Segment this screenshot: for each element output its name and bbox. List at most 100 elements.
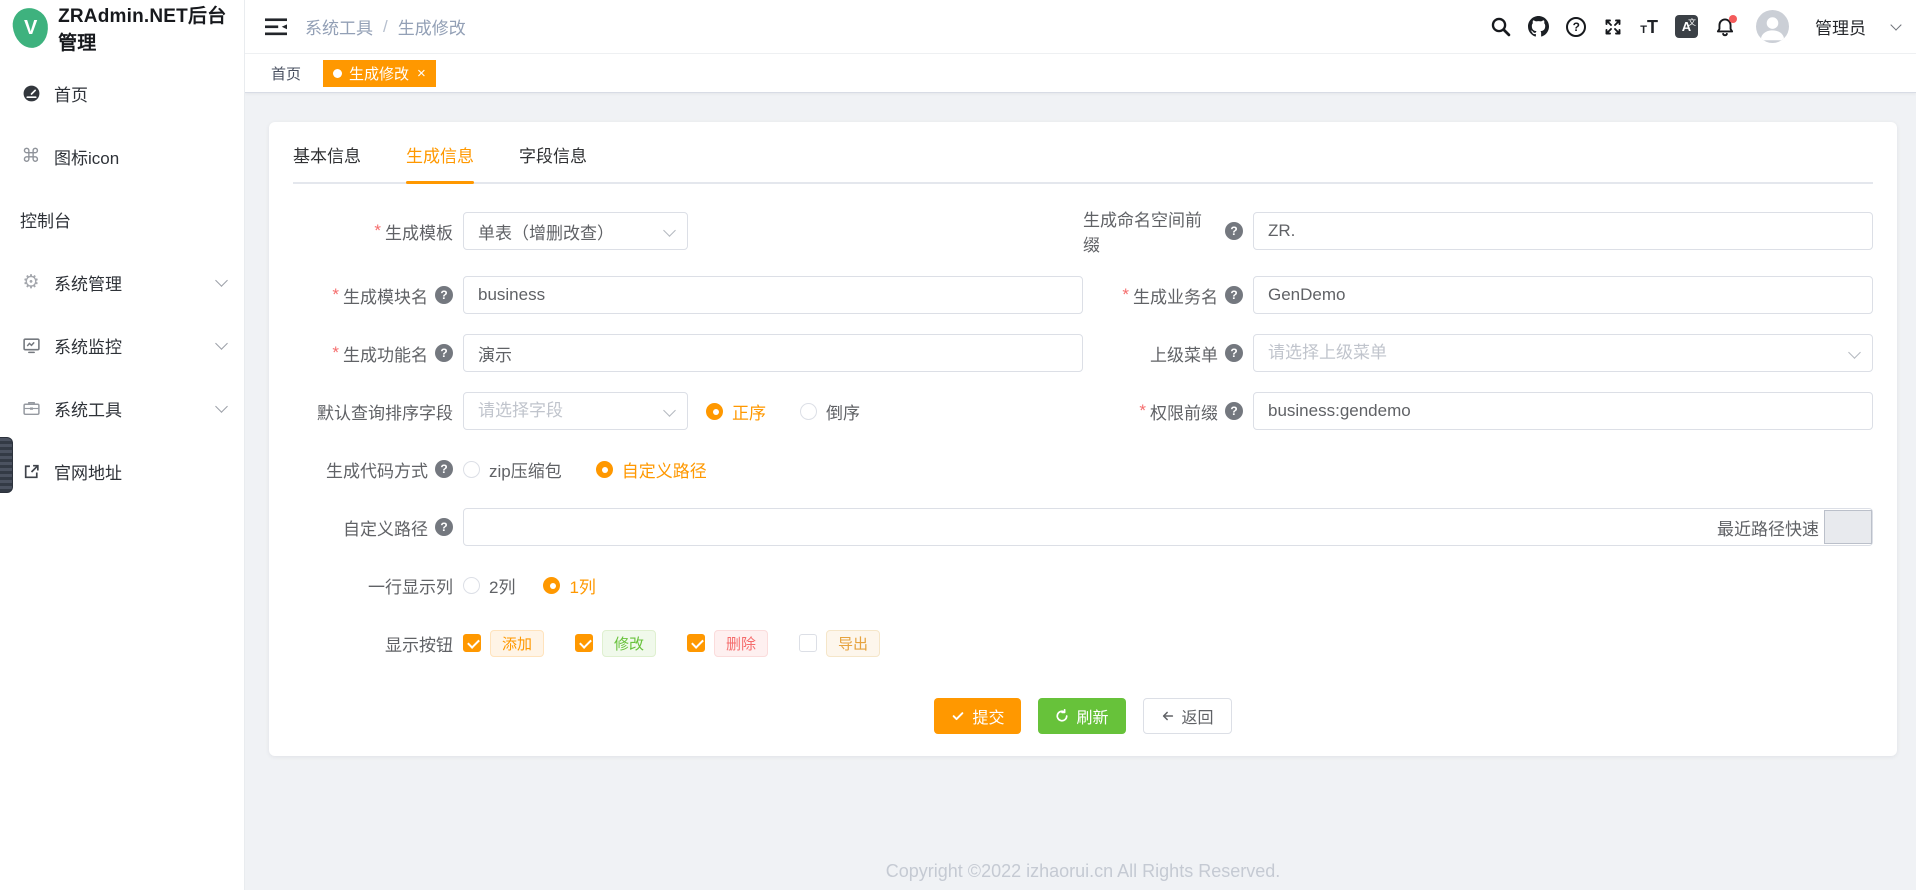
- form-row: 一行显示列 2列 1列: [293, 566, 1873, 604]
- form-row: 生成代码方式 ? zip压缩包 自定义路径: [293, 450, 1873, 488]
- help-icon[interactable]: ?: [1566, 17, 1586, 37]
- custom-path-input[interactable]: [463, 508, 1873, 546]
- sidebar-item-home[interactable]: 首页: [0, 62, 244, 125]
- search-icon[interactable]: [1490, 16, 1511, 37]
- help-icon[interactable]: ?: [1225, 286, 1243, 304]
- app-logo[interactable]: V ZRAdmin.NET后台管理: [0, 0, 244, 56]
- notification-bell-icon[interactable]: [1715, 17, 1735, 37]
- sidebar-item-icons[interactable]: ⌘ 图标icon: [0, 125, 244, 188]
- radio-dot: [543, 577, 560, 594]
- gen-template-value[interactable]: [463, 212, 688, 250]
- business-name-input[interactable]: [1253, 276, 1873, 314]
- refresh-icon: [1055, 709, 1069, 723]
- perm-prefix-label: * 权限前缀 ?: [1083, 399, 1243, 424]
- business-name-label: * 生成业务名 ?: [1083, 283, 1243, 308]
- submit-button[interactable]: 提交: [934, 698, 1021, 734]
- path-picker-button[interactable]: [1824, 510, 1872, 544]
- help-icon[interactable]: ?: [435, 286, 453, 304]
- settings-drawer-handle[interactable]: [0, 437, 13, 493]
- help-icon[interactable]: ?: [1225, 222, 1243, 240]
- sidebar-collapse-icon[interactable]: [265, 17, 287, 37]
- function-name-input[interactable]: [463, 334, 1083, 372]
- chevron-down-icon[interactable]: [1890, 19, 1901, 30]
- refresh-button[interactable]: 刷新: [1038, 698, 1125, 734]
- tag-home[interactable]: 首页: [271, 63, 301, 84]
- form-row: 显示按钮 添加 修改: [293, 624, 1873, 662]
- recent-path-quick-link[interactable]: 最近路径快速: [1717, 515, 1819, 540]
- namespace-prefix-label: 生成命名空间前缀 ?: [1083, 206, 1243, 256]
- external-link-icon: [20, 462, 42, 481]
- radio-sort-asc[interactable]: 正序: [706, 399, 766, 424]
- form-row: * 生成功能名 ? 上级菜单 ?: [293, 334, 1873, 372]
- help-icon[interactable]: ?: [435, 460, 453, 478]
- help-icon[interactable]: ?: [1225, 402, 1243, 420]
- tag-edit: 修改: [602, 630, 656, 657]
- chevron-down-icon: [215, 274, 228, 287]
- radio-custom-path[interactable]: 自定义路径: [596, 457, 707, 482]
- sidebar-item-label: 系统管理: [54, 270, 122, 295]
- help-icon[interactable]: ?: [1225, 344, 1243, 362]
- help-icon[interactable]: ?: [435, 518, 453, 536]
- user-name[interactable]: 管理员: [1815, 14, 1866, 39]
- form-tabs: 基本信息 生成信息 字段信息: [293, 142, 1873, 184]
- required-mark: *: [332, 285, 339, 305]
- gen-mode-label: 生成代码方式 ?: [293, 457, 453, 482]
- question-glyph: ?: [1573, 21, 1580, 33]
- generate-form: * 生成模板 生成命名空间前缀 ?: [293, 184, 1873, 734]
- form-row: * 生成模块名 ? * 生成业务名 ?: [293, 276, 1873, 314]
- perm-prefix-input[interactable]: [1253, 392, 1873, 430]
- checkbox-edit[interactable]: [575, 634, 593, 652]
- breadcrumb: 系统工具 / 生成修改: [305, 14, 466, 39]
- logo-letter: V: [24, 17, 37, 40]
- sidebar: V ZRAdmin.NET后台管理 首页 ⌘ 图标icon 控制台 ⚙ 系统管理…: [0, 0, 245, 890]
- checkbox-group-export: 导出: [799, 630, 880, 657]
- sidebar-item-console[interactable]: 控制台: [0, 188, 244, 251]
- parent-menu-select[interactable]: [1253, 334, 1873, 372]
- checkbox-group-add: 添加: [463, 630, 544, 657]
- tab-generate-info[interactable]: 生成信息: [406, 142, 474, 182]
- columns-label: 一行显示列: [293, 573, 453, 598]
- font-size-icon[interactable]: TT: [1640, 18, 1658, 36]
- radio-dot: [596, 461, 613, 478]
- breadcrumb-item-current: 生成修改: [398, 14, 466, 39]
- sidebar-item-system-tools[interactable]: 系统工具: [0, 377, 244, 440]
- gen-template-select[interactable]: [463, 212, 688, 250]
- page-content: 基本信息 生成信息 字段信息 * 生成模板: [245, 93, 1916, 882]
- checkbox-add[interactable]: [463, 634, 481, 652]
- tab-field-info[interactable]: 字段信息: [519, 142, 587, 182]
- tag-add: 添加: [490, 630, 544, 657]
- tag-gen-edit[interactable]: 生成修改 ×: [323, 60, 436, 87]
- radio-two-columns[interactable]: 2列: [463, 573, 515, 598]
- sidebar-item-label: 图标icon: [54, 144, 119, 169]
- module-name-input[interactable]: [463, 276, 1083, 314]
- tab-basic-info[interactable]: 基本信息: [293, 142, 361, 182]
- gen-template-label: * 生成模板: [293, 219, 453, 244]
- fullscreen-icon[interactable]: [1603, 17, 1623, 37]
- form-row: 自定义路径 ? 最近路径快速: [293, 508, 1873, 546]
- sidebar-item-system-monitor[interactable]: 系统监控: [0, 314, 244, 377]
- sidebar-item-system-management[interactable]: ⚙ 系统管理: [0, 251, 244, 314]
- radio-sort-desc[interactable]: 倒序: [800, 399, 860, 424]
- github-icon[interactable]: [1528, 16, 1549, 37]
- checkbox-delete[interactable]: [687, 634, 705, 652]
- back-button[interactable]: 返回: [1143, 698, 1232, 734]
- help-icon[interactable]: ?: [435, 344, 453, 362]
- radio-one-column[interactable]: 1列: [543, 573, 595, 598]
- sort-field-value[interactable]: [463, 392, 688, 430]
- checkbox-export[interactable]: [799, 634, 817, 652]
- chevron-down-icon: [215, 337, 228, 350]
- namespace-prefix-input[interactable]: [1253, 212, 1873, 250]
- sidebar-menu: 首页 ⌘ 图标icon 控制台 ⚙ 系统管理 系统监控 系统工具: [0, 56, 244, 503]
- close-icon[interactable]: ×: [417, 65, 426, 82]
- breadcrumb-item[interactable]: 系统工具: [305, 14, 373, 39]
- radio-zip[interactable]: zip压缩包: [463, 457, 562, 482]
- sort-field-select[interactable]: [463, 392, 688, 430]
- main-area: 系统工具 / 生成修改 ? TT A文 管理员: [245, 0, 1916, 890]
- language-icon[interactable]: A文: [1675, 15, 1698, 38]
- parent-menu-value[interactable]: [1253, 334, 1873, 372]
- form-row: * 生成模板 生成命名空间前缀 ?: [293, 206, 1873, 256]
- copyright-footer: Copyright ©2022 izhaorui.cn All Rights R…: [269, 861, 1897, 882]
- sidebar-item-official-site[interactable]: 官网地址: [0, 440, 244, 503]
- active-tag-dot: [333, 69, 342, 78]
- avatar[interactable]: [1756, 10, 1789, 43]
